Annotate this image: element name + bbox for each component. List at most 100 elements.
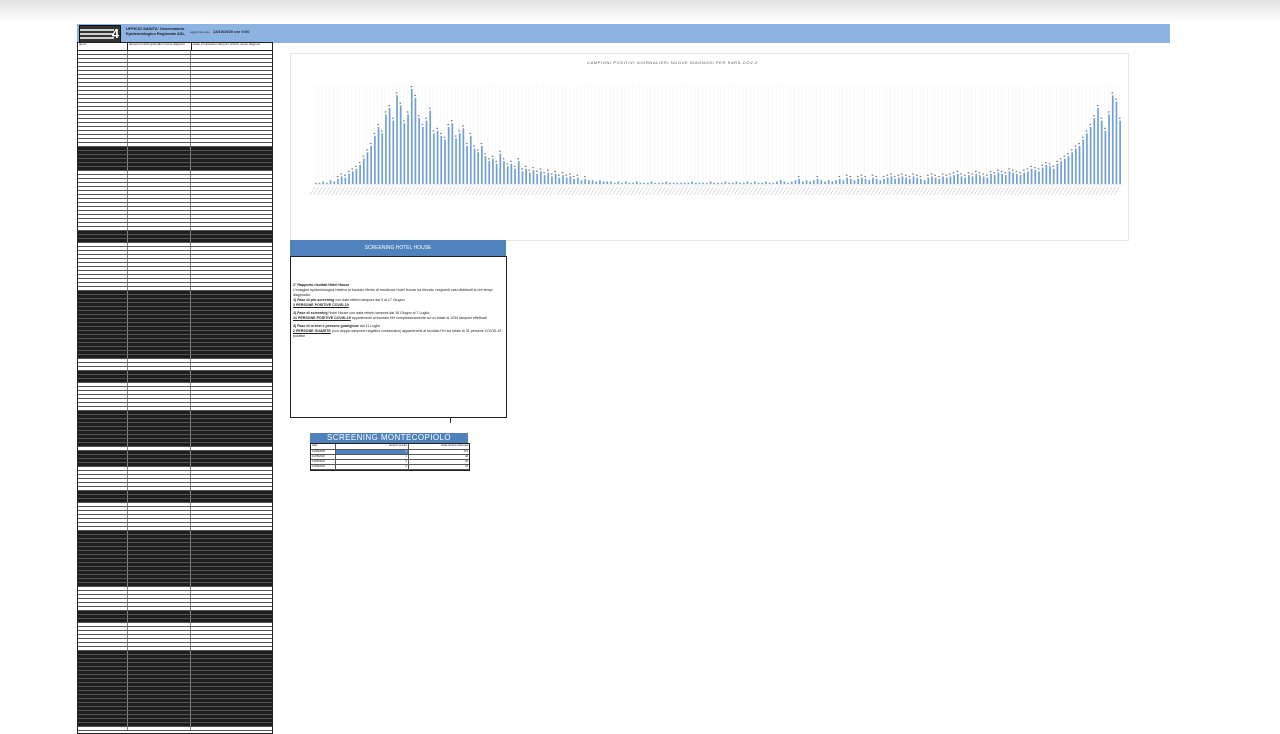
table-cell	[128, 359, 192, 362]
bar	[938, 178, 941, 184]
bar	[809, 181, 812, 184]
table-cell	[191, 539, 272, 542]
table-cell	[128, 271, 192, 274]
bar	[632, 182, 634, 184]
table-cell	[191, 143, 272, 146]
table-cell	[128, 303, 192, 306]
bar	[639, 182, 642, 184]
table-cell	[128, 627, 192, 630]
data-label	[1019, 172, 1021, 174]
data-label	[886, 174, 889, 176]
table-cell	[191, 515, 272, 518]
table-cell	[128, 75, 192, 78]
bar	[1030, 168, 1033, 184]
data-label	[930, 173, 933, 175]
data-label	[447, 124, 450, 126]
table-cell	[128, 723, 192, 726]
table-cell	[128, 235, 192, 238]
data-label	[399, 102, 402, 104]
table-cell	[78, 471, 128, 474]
table-body	[78, 51, 272, 731]
data-label	[539, 168, 542, 170]
bar	[997, 172, 1000, 184]
monte-positive: 0	[336, 450, 409, 454]
bar	[576, 177, 579, 184]
table-cell	[78, 207, 128, 210]
data-label	[1093, 115, 1095, 117]
bar	[403, 123, 406, 184]
bar	[835, 180, 837, 184]
table-cell	[78, 615, 128, 618]
data-label	[495, 160, 497, 162]
bar	[842, 180, 845, 184]
table-cell	[191, 507, 272, 510]
data-label	[1026, 168, 1029, 170]
table-cell	[78, 707, 128, 710]
table-cell	[191, 179, 272, 182]
table-cell	[191, 467, 272, 470]
data-label	[550, 173, 553, 175]
bar	[923, 180, 926, 184]
bar	[1063, 158, 1066, 184]
table-cell	[128, 667, 192, 670]
table-cell	[78, 175, 128, 178]
bar	[831, 181, 834, 184]
table-cell	[191, 559, 272, 562]
data-label	[1000, 170, 1003, 173]
data-label	[547, 169, 549, 171]
monte-positive: 1	[336, 455, 409, 459]
bar	[986, 177, 989, 184]
table-cell	[191, 439, 272, 442]
table-cell	[78, 239, 128, 242]
table-cell	[191, 655, 272, 658]
bar	[388, 108, 391, 184]
table-cell	[191, 363, 272, 366]
data-label	[454, 135, 457, 137]
table-cell	[128, 99, 192, 102]
table-cell	[191, 207, 272, 210]
table-cell	[78, 251, 128, 254]
table-cell	[128, 127, 192, 130]
bar	[624, 181, 627, 184]
table-cell	[191, 535, 272, 538]
table-cell	[78, 287, 128, 290]
bar	[1111, 95, 1114, 184]
table-cell	[78, 299, 128, 302]
table-cell	[191, 99, 272, 102]
table-cell	[128, 543, 192, 546]
table-cell	[191, 155, 272, 158]
table-cell	[191, 135, 272, 138]
data-label	[532, 167, 534, 169]
data-label	[1056, 160, 1058, 162]
table-cell	[128, 435, 192, 438]
table-cell	[128, 531, 192, 534]
bar	[709, 181, 712, 184]
phase3-label: 3) Fase di re-test e persone guarigione	[293, 324, 359, 328]
data-label	[521, 168, 523, 170]
table-cell	[78, 303, 128, 306]
table-cell	[191, 511, 272, 514]
table-cell	[191, 359, 272, 362]
table-cell	[128, 411, 192, 414]
bar	[333, 181, 336, 184]
table-cell	[78, 183, 128, 186]
table-cell	[128, 715, 192, 718]
bar	[816, 178, 819, 184]
table-cell	[78, 351, 128, 354]
bar	[477, 152, 479, 184]
table-cell	[78, 319, 128, 322]
bar	[1023, 172, 1026, 184]
table-cell	[191, 87, 272, 90]
data-label	[425, 117, 427, 119]
table-cell	[191, 339, 272, 342]
table-cell	[191, 107, 272, 110]
table-cell	[78, 323, 128, 326]
bar	[315, 182, 317, 184]
bar	[894, 178, 896, 184]
monte-total: 30	[465, 460, 468, 463]
table-cell	[128, 655, 192, 658]
bar	[687, 182, 690, 184]
bar	[813, 180, 815, 184]
table-cell	[191, 203, 272, 206]
table-cell	[78, 623, 128, 626]
